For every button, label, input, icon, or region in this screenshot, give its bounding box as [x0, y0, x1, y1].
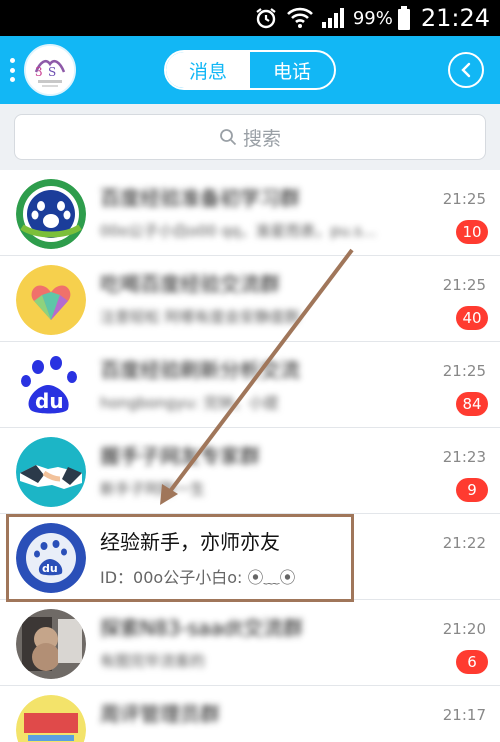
- chat-name: 周评管理员群: [100, 702, 220, 726]
- profile-avatar[interactable]: 3 S: [24, 44, 76, 96]
- unread-badge: 10: [456, 220, 488, 244]
- tab-messages[interactable]: 消息: [166, 52, 250, 88]
- baidu-avatar: du: [16, 351, 86, 421]
- chat-name: 探索N83-saadt交流群: [100, 616, 304, 640]
- chat-time: 21:20: [442, 620, 486, 638]
- alarm-icon: [253, 7, 279, 29]
- tab-calls[interactable]: 电话: [250, 52, 334, 88]
- chat-time: 21:23: [442, 448, 486, 466]
- chat-preview: ID：00o公子小白o: ⦿﹏⦿: [100, 568, 296, 586]
- chat-name: 握手子网友专家群: [100, 444, 260, 468]
- search-icon: [219, 128, 237, 146]
- svg-text:3: 3: [35, 65, 43, 79]
- signal-icon: [321, 7, 347, 29]
- unread-badge: 40: [456, 306, 488, 330]
- chat-time: 21:25: [442, 362, 486, 380]
- chat-row[interactable]: 百度经验准备初学习群 00o公子小白o00 qq，准星而表，pu.s... 21…: [0, 170, 500, 256]
- chat-preview: 00o公子小白o00 qq，准星而表，pu.s...: [100, 222, 377, 240]
- svg-text:du: du: [35, 389, 64, 413]
- chat-preview: 新手子阿群一生: [100, 480, 206, 498]
- app-header: 3 S 消息 电话: [0, 36, 500, 104]
- status-bar: 99% 21:24: [0, 0, 500, 36]
- chat-row[interactable]: 吃喝百度经验交流群 注意轻松 阿哪有度会安静度群 21:25 40: [0, 256, 500, 342]
- chat-time: 21:22: [442, 534, 486, 552]
- chevron-left-icon: [461, 62, 471, 78]
- search-placeholder: 搜索: [242, 127, 281, 150]
- search-input[interactable]: 搜索: [14, 114, 486, 160]
- clock: 21:24: [420, 4, 490, 32]
- chat-name: 吃喝百度经验交流群: [100, 272, 280, 296]
- back-button[interactable]: [448, 52, 484, 88]
- chat-name: 百度经验准备初学习群: [100, 186, 300, 210]
- svg-text:S: S: [48, 65, 56, 79]
- chat-row-highlighted[interactable]: du 经验新手，亦师亦友 ID：00o公子小白o: ⦿﹏⦿ 21:22: [0, 514, 500, 600]
- unread-badge: 84: [456, 392, 488, 416]
- chat-preview: 注意轻松 阿哪有度会安静度群: [100, 308, 300, 326]
- battery-icon: [397, 6, 411, 30]
- photo-avatar: [16, 609, 86, 679]
- group-avatar: [16, 695, 86, 742]
- unread-badge: 6: [456, 650, 488, 674]
- chat-time: 21:25: [442, 276, 486, 294]
- baidu-ring-avatar: du: [16, 523, 86, 593]
- svg-text:du: du: [42, 562, 58, 575]
- chat-time: 21:25: [442, 190, 486, 208]
- search-area: 搜索: [0, 104, 500, 170]
- chat-row[interactable]: 周评管理员群 21:17: [0, 686, 500, 742]
- chat-row[interactable]: 探索N83-saadt交流群 有图完毕流客的 21:20 6: [0, 600, 500, 686]
- chat-preview: [100, 736, 430, 742]
- chat-row[interactable]: 握手子网友专家群 新手子阿群一生 21:23 9: [0, 428, 500, 514]
- group-avatar: [16, 179, 86, 249]
- unread-badge: 9: [456, 478, 488, 502]
- handshake-avatar: [16, 437, 86, 507]
- chat-list: 百度经验准备初学习群 00o公子小白o00 qq，准星而表，pu.s... 21…: [0, 170, 500, 742]
- chat-name: 百度经验刷新分析交流: [100, 358, 300, 382]
- group-avatar: [16, 265, 86, 335]
- chat-time: 21:17: [442, 706, 486, 724]
- chat-preview: 有图完毕流客的: [100, 652, 206, 670]
- chat-row[interactable]: du 百度经验刷新分析交流 hongbongyu: 完钟，小提 21:25 84: [0, 342, 500, 428]
- wifi-icon: [286, 7, 313, 29]
- menu-dots-icon[interactable]: [10, 58, 16, 82]
- chat-preview: hongbongyu: 完钟，小提: [100, 394, 279, 412]
- chat-name: 经验新手，亦师亦友: [100, 530, 280, 554]
- message-call-segment: 消息 电话: [164, 50, 336, 90]
- battery-percent: 99%: [352, 7, 393, 29]
